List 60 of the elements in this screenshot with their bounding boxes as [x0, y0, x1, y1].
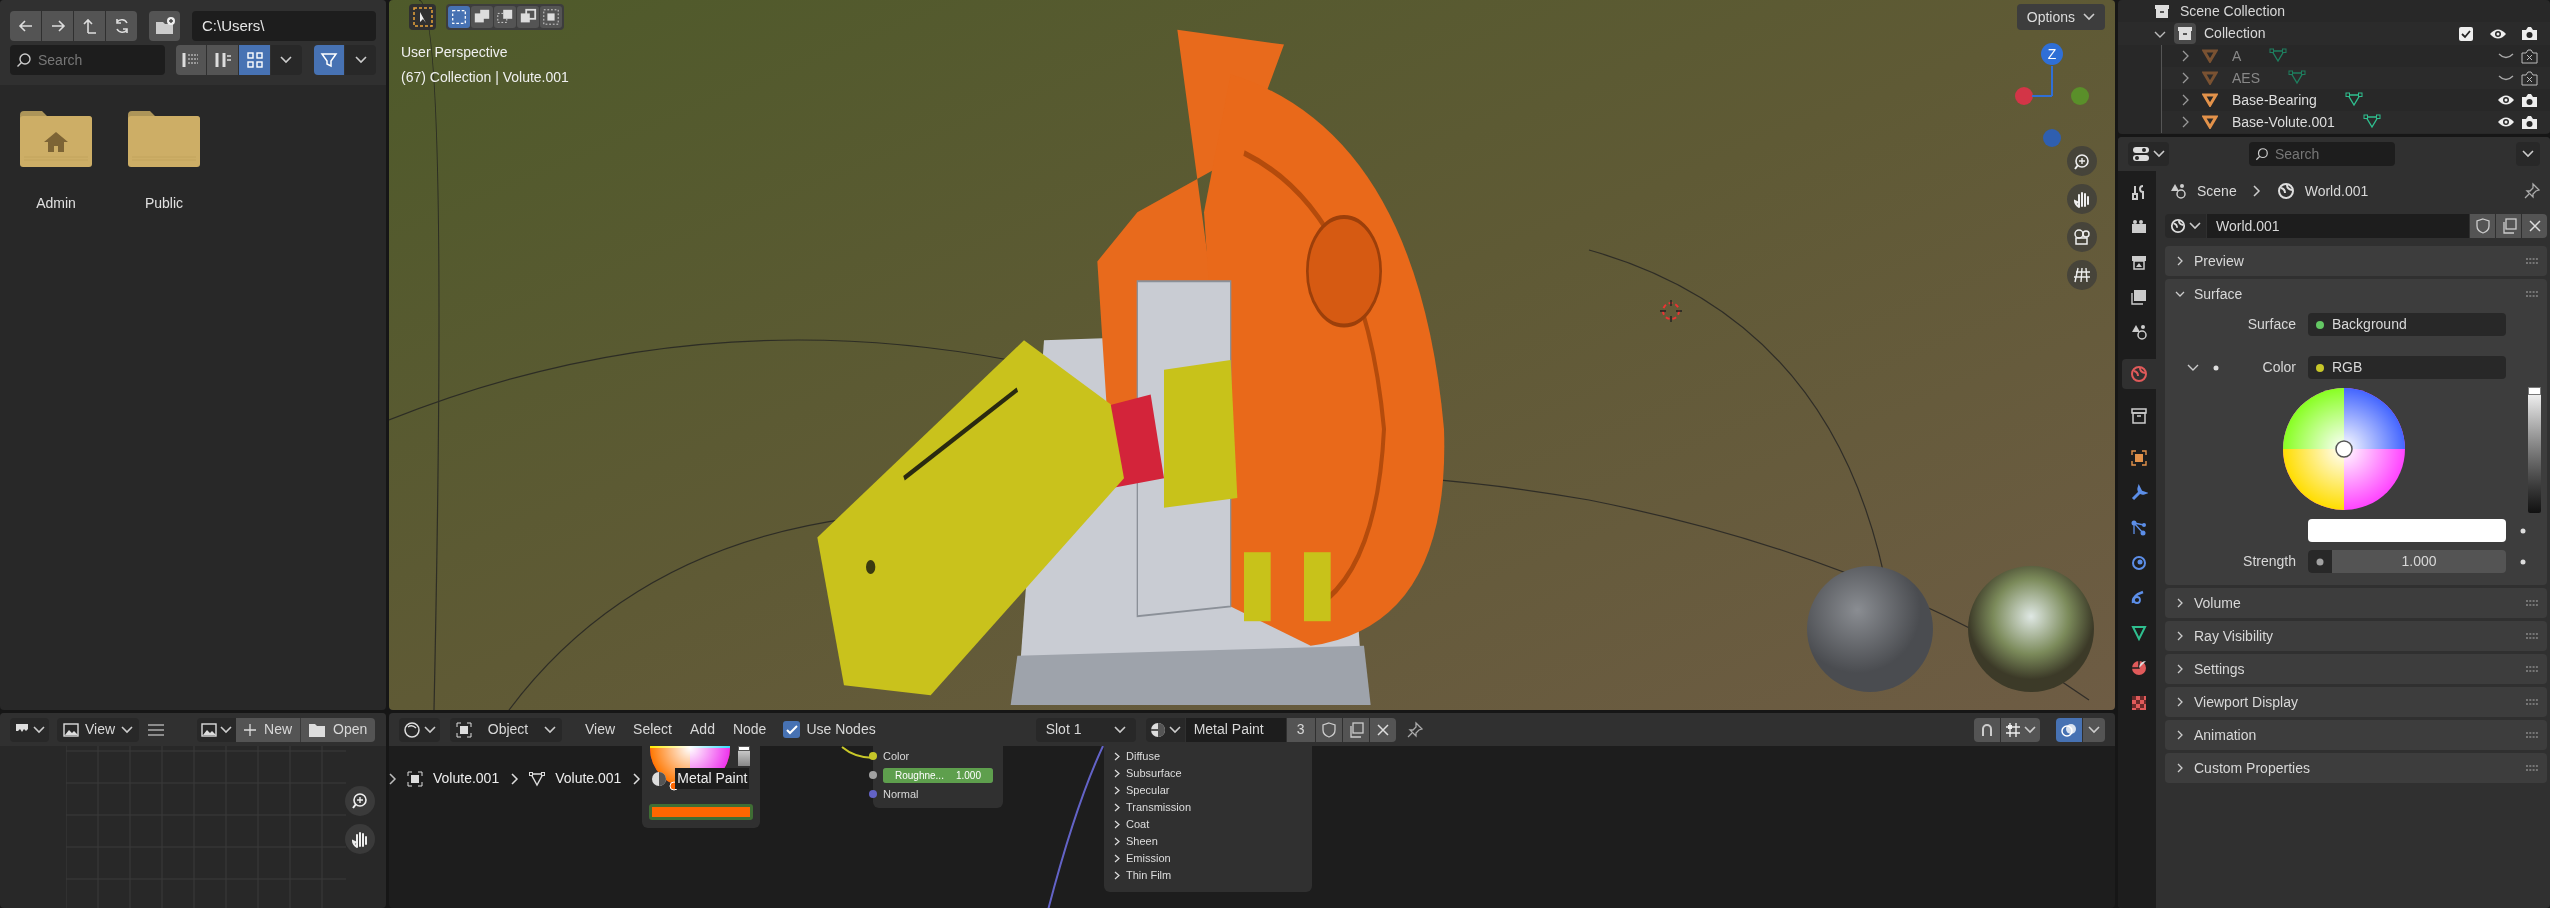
panel-label[interactable]: Coat	[1126, 816, 1150, 833]
search-input[interactable]: Search	[2275, 143, 2385, 165]
panel-label[interactable]: Thin Film	[1126, 867, 1172, 884]
panel-header[interactable]: Settings	[2165, 654, 2547, 684]
context-label: (67) Collection | Volute.001	[401, 68, 569, 87]
strength-field[interactable]: 1.000	[2308, 550, 2506, 573]
slot-dropdown[interactable]: Slot 1	[1035, 717, 1136, 742]
outliner-item[interactable]: Scene Collection	[2180, 1, 2286, 22]
outliner-item[interactable]: AES	[2232, 67, 2260, 89]
material-name-field[interactable]: Metal Paint	[1185, 717, 1286, 742]
search-field[interactable]: Search	[10, 45, 165, 75]
options-dropdown[interactable]: Options	[2016, 4, 2105, 30]
gizmo-axis-label: Z	[2047, 46, 2057, 62]
breadcrumb-label[interactable]: Metal Paint	[675, 768, 750, 789]
panel-label[interactable]: Subsurface	[1126, 765, 1182, 782]
slider-label: Roughne...	[895, 768, 944, 783]
outliner-item[interactable]: A	[2232, 45, 2242, 67]
panel-header[interactable]: Ray Visibility	[2165, 621, 2547, 651]
search-field[interactable]: Search	[2249, 142, 2395, 166]
panel-header[interactable]: Animation	[2165, 720, 2547, 750]
panel-header[interactable]: Viewport Display	[2165, 687, 2547, 717]
panel-header[interactable]: Surface	[2165, 279, 2547, 309]
breadcrumb-label[interactable]: World.001	[2304, 180, 2369, 202]
folder-name[interactable]: Public	[144, 193, 184, 214]
open-image-button[interactable]: Open	[300, 717, 376, 742]
panel-label[interactable]: Emission	[1126, 850, 1171, 867]
user-count: 3	[1286, 717, 1315, 742]
menu-item[interactable]: Node	[725, 719, 774, 740]
panel-label[interactable]: Sheen	[1126, 833, 1158, 850]
outliner-item[interactable]: Base-Volute.001	[2232, 111, 2335, 133]
panel-label[interactable]: Specular	[1126, 782, 1170, 799]
world-name-field[interactable]: World.001	[2207, 214, 2469, 238]
panel-header[interactable]: Volume	[2165, 588, 2547, 618]
view-dropdown[interactable]: View	[57, 717, 140, 742]
menu-item[interactable]: View	[578, 719, 623, 740]
object-dropdown[interactable]: Object	[450, 717, 562, 742]
menu-item[interactable]: Add	[683, 719, 722, 740]
breadcrumb-label[interactable]: Scene	[2197, 180, 2237, 202]
surface-dropdown[interactable]: Background	[2308, 313, 2506, 336]
use-nodes-label[interactable]: Use Nodes	[806, 719, 876, 740]
view-name-label: User Perspective	[401, 43, 509, 62]
panel-label[interactable]: Diffuse	[1126, 748, 1161, 765]
color-input-dropdown[interactable]: RGB	[2308, 356, 2506, 379]
menu-item[interactable]: Select	[626, 719, 679, 740]
new-image-button[interactable]: New	[236, 717, 301, 742]
field-label: Strength	[2243, 552, 2296, 571]
navigation-gizmo-drawing[interactable]: Z	[2012, 42, 2092, 152]
search-input[interactable]: Search	[38, 49, 148, 71]
socket-label: Normal	[883, 786, 919, 802]
panel-label[interactable]: Transmission	[1126, 799, 1191, 816]
socket-label: Color	[883, 748, 910, 764]
folder-name[interactable]: Admin	[36, 193, 76, 214]
outliner-item[interactable]: Base-Bearing	[2232, 89, 2317, 111]
slider-value: 1.000	[955, 768, 981, 783]
outliner-item[interactable]: Collection	[2204, 23, 2451, 44]
panel-header[interactable]: Custom Properties	[2165, 753, 2547, 783]
path-field[interactable]: C:\Users\	[192, 11, 376, 41]
field-label: Color	[2262, 358, 2296, 377]
panel-header[interactable]: Preview	[2165, 246, 2547, 276]
field-label: Surface	[2247, 315, 2296, 334]
